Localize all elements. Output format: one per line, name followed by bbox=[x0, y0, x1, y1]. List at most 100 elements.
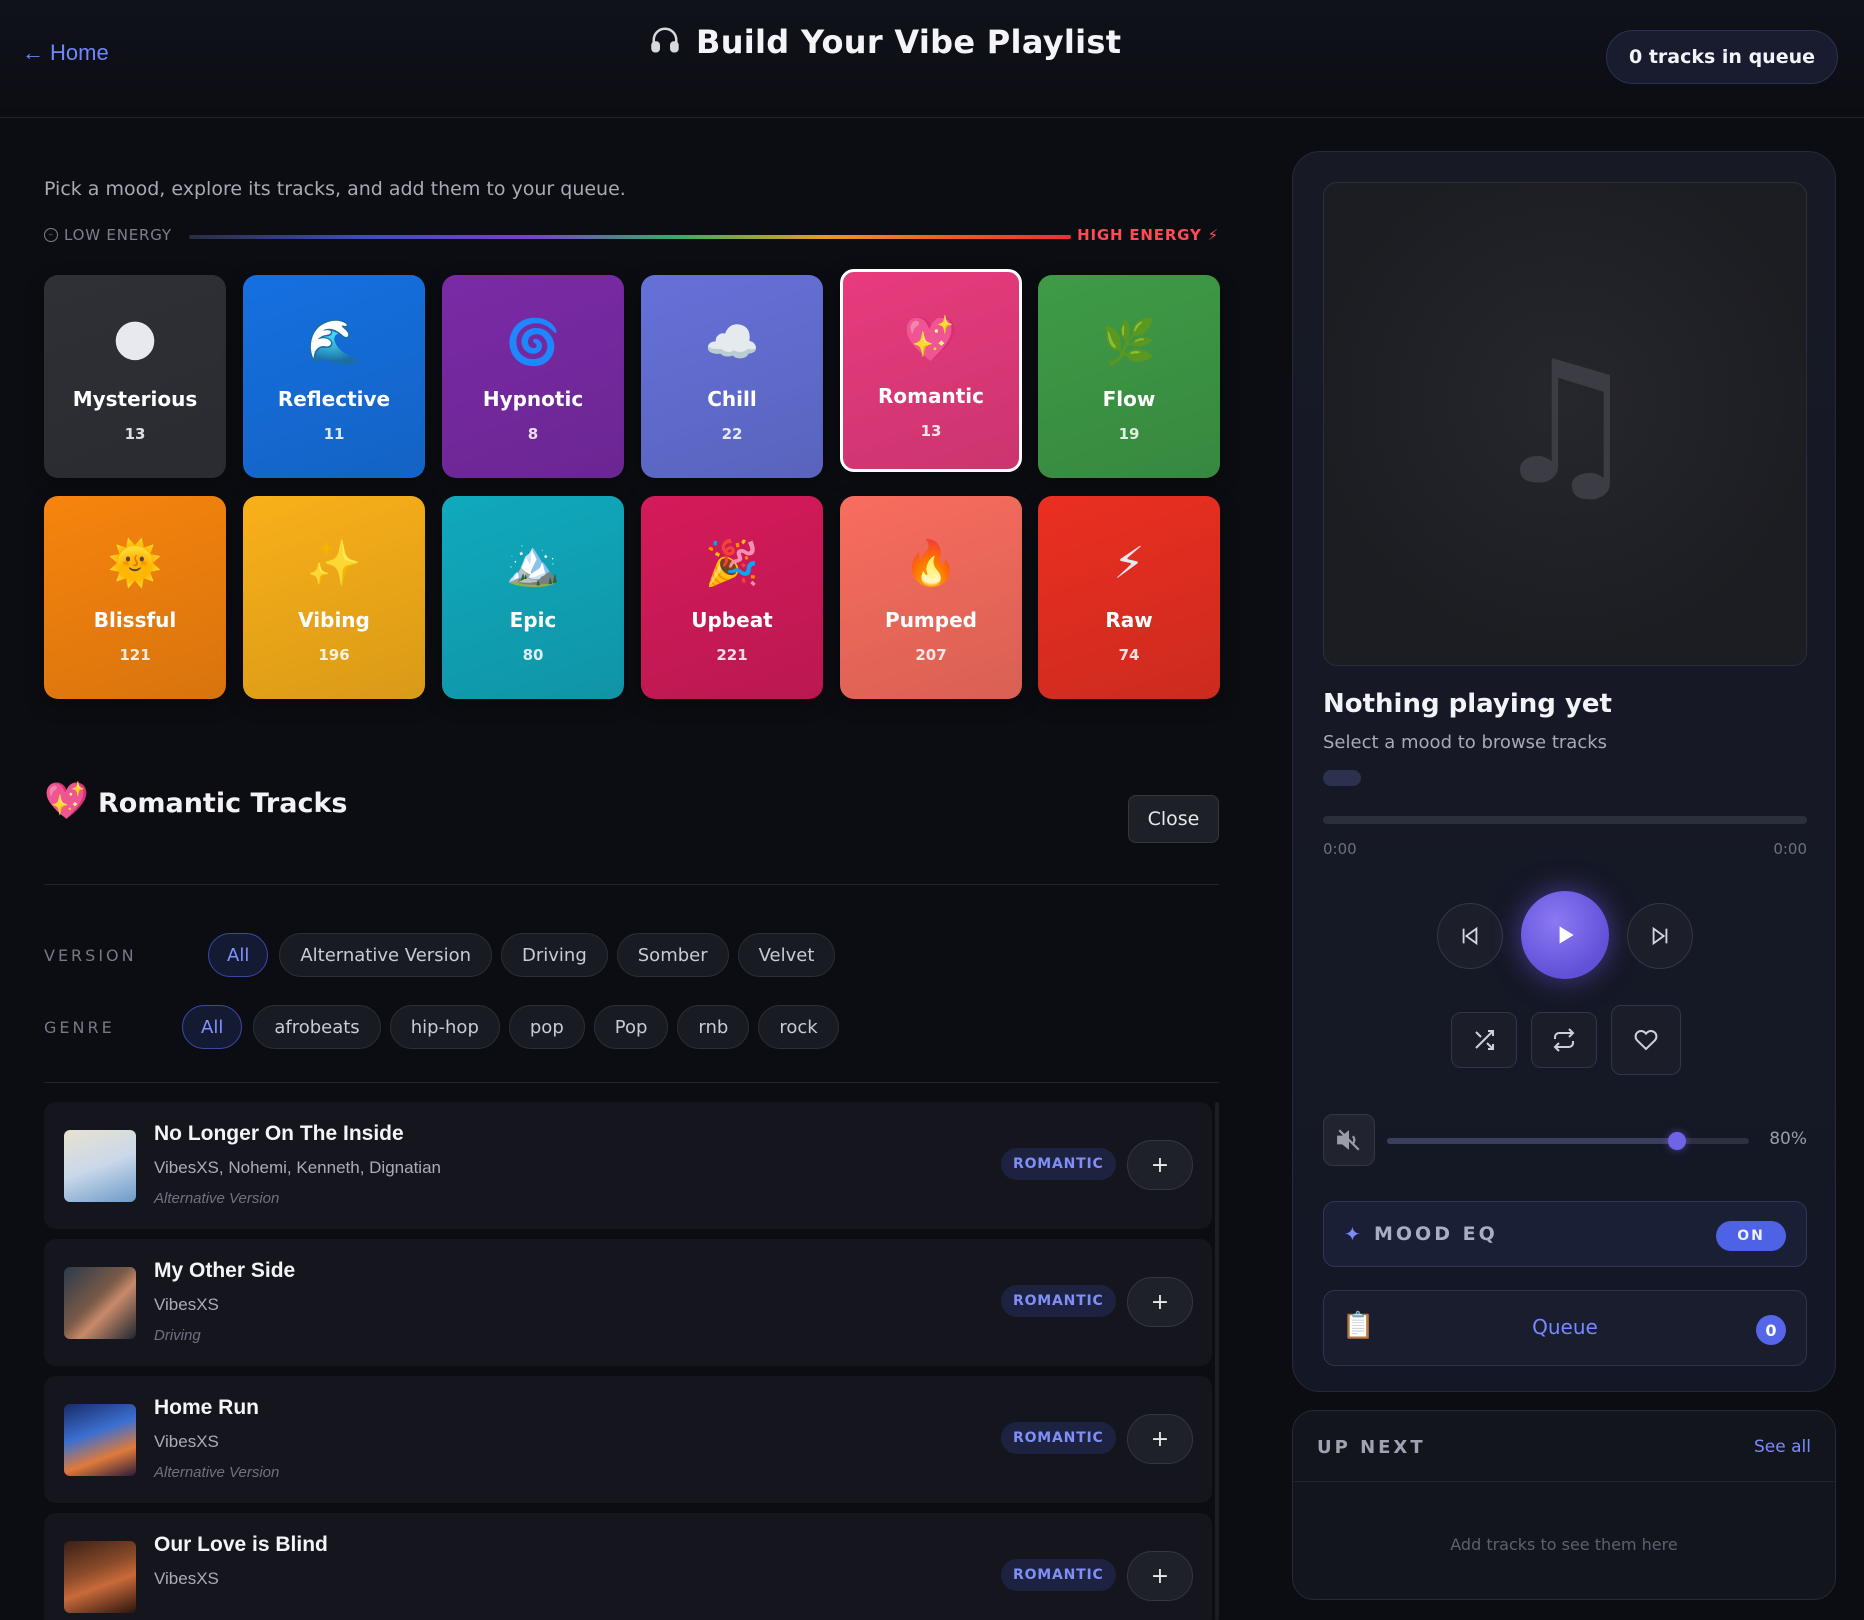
mood-card-blissful[interactable]: 🌞 Blissful 121 bbox=[44, 496, 226, 699]
like-button[interactable] bbox=[1611, 1005, 1681, 1075]
add-to-queue-button[interactable]: + bbox=[1127, 1414, 1193, 1464]
energy-high-label: HIGH ENERGY bbox=[1077, 226, 1202, 244]
genre-chip-rock[interactable]: rock bbox=[758, 1005, 839, 1049]
mood-card-epic[interactable]: 🏔️ Epic 80 bbox=[442, 496, 624, 699]
moon-icon: 🌑 bbox=[112, 317, 158, 368]
playback-progress-bar[interactable] bbox=[1323, 816, 1807, 824]
mood-count: 221 bbox=[716, 646, 748, 664]
queue-button[interactable]: 📋 Queue 0 bbox=[1323, 1290, 1807, 1366]
play-button[interactable] bbox=[1521, 891, 1609, 979]
mood-card-mysterious[interactable]: 🌑 Mysterious 13 bbox=[44, 275, 226, 478]
genre-chip-pop-capital[interactable]: Pop bbox=[593, 1005, 669, 1049]
repeat-button[interactable] bbox=[1531, 1012, 1597, 1068]
mood-count: 80 bbox=[522, 646, 544, 664]
volume-percent: 80% bbox=[1769, 1129, 1807, 1149]
sparkling-heart-icon: 💖 bbox=[903, 314, 959, 365]
section-divider bbox=[44, 884, 1219, 885]
see-all-link[interactable]: See all bbox=[1754, 1437, 1811, 1457]
mood-card-flow[interactable]: 🌿 Flow 19 bbox=[1038, 275, 1220, 478]
track-title: Home Run bbox=[154, 1396, 259, 1419]
add-to-queue-button[interactable]: + bbox=[1127, 1140, 1193, 1190]
album-cover bbox=[64, 1130, 136, 1202]
mood-card-raw[interactable]: ⚡ Raw 74 bbox=[1038, 496, 1220, 699]
version-chip-velvet[interactable]: Velvet bbox=[737, 933, 836, 977]
time-total: 0:00 bbox=[1773, 840, 1807, 858]
mood-card-romantic[interactable]: 💖 Romantic 13 bbox=[840, 269, 1022, 472]
track-artists: VibesXS bbox=[154, 1295, 219, 1314]
close-button[interactable]: Close bbox=[1128, 795, 1219, 843]
mood-count: 13 bbox=[124, 425, 146, 443]
genre-filter-label: GENRE bbox=[44, 1017, 115, 1037]
genre-chip-all[interactable]: All bbox=[182, 1005, 243, 1049]
genre-chip-afrobeats[interactable]: afrobeats bbox=[253, 1005, 381, 1049]
volume-slider[interactable] bbox=[1387, 1132, 1749, 1150]
track-row[interactable]: No Longer On The Inside VibesXS, Nohemi,… bbox=[44, 1102, 1212, 1229]
mood-badge: ROMANTIC bbox=[1001, 1285, 1116, 1317]
track-artists: VibesXS bbox=[154, 1569, 219, 1588]
genre-chip-pop[interactable]: pop bbox=[508, 1005, 585, 1049]
mood-eq-panel[interactable]: ✦ MOOD EQ ON bbox=[1323, 1201, 1807, 1267]
mood-count: 22 bbox=[721, 425, 743, 443]
track-version: Alternative Version bbox=[154, 1190, 280, 1207]
track-row[interactable]: Our Love is Blind VibesXS ROMANTIC + bbox=[44, 1513, 1212, 1620]
album-artwork: ♫ bbox=[1323, 182, 1807, 666]
mute-button[interactable] bbox=[1323, 1114, 1375, 1166]
genre-chip-hip-hop[interactable]: hip-hop bbox=[389, 1005, 500, 1049]
mood-badge: ROMANTIC bbox=[1001, 1559, 1116, 1591]
headphones-icon bbox=[650, 25, 680, 59]
track-version: Driving bbox=[154, 1327, 201, 1344]
queue-status-badge[interactable]: 0 tracks in queue bbox=[1605, 30, 1838, 84]
mood-name: Vibing bbox=[298, 608, 370, 632]
genre-filter: GENRE All afrobeats hip-hop pop Pop rnb … bbox=[44, 1004, 848, 1050]
mood-card-upbeat[interactable]: 🎉 Upbeat 221 bbox=[641, 496, 823, 699]
mood-count: 121 bbox=[119, 646, 151, 664]
version-chip-somber[interactable]: Somber bbox=[616, 933, 729, 977]
mountain-icon: 🏔️ bbox=[505, 538, 561, 589]
mood-count: 74 bbox=[1118, 646, 1140, 664]
filter-divider bbox=[44, 1082, 1219, 1083]
tracks-section-header: 💖 Romantic Tracks Close bbox=[44, 780, 1219, 844]
add-to-queue-button[interactable]: + bbox=[1127, 1551, 1193, 1601]
next-button[interactable] bbox=[1627, 903, 1693, 969]
mood-card-pumped[interactable]: 🔥 Pumped 207 bbox=[840, 496, 1022, 699]
energy-high: HIGH ENERGY ⚡ bbox=[1077, 226, 1219, 244]
mood-name: Romantic bbox=[878, 384, 984, 408]
track-title: No Longer On The Inside bbox=[154, 1122, 404, 1145]
track-list: No Longer On The Inside VibesXS, Nohemi,… bbox=[44, 1102, 1219, 1620]
back-arrow-icon: ← bbox=[22, 40, 44, 65]
wave-icon: 🌊 bbox=[306, 317, 362, 368]
mood-card-chill[interactable]: ☁️ Chill 22 bbox=[641, 275, 823, 478]
heart-icon bbox=[1634, 1030, 1658, 1051]
mood-eq-label: MOOD EQ bbox=[1374, 1223, 1498, 1245]
add-to-queue-button[interactable]: + bbox=[1127, 1277, 1193, 1327]
sparkles-icon: ✨ bbox=[306, 538, 362, 589]
now-playing-title: Nothing playing yet bbox=[1323, 689, 1612, 719]
intro-subtitle: Pick a mood, explore its tracks, and add… bbox=[44, 178, 626, 200]
play-icon bbox=[1559, 926, 1574, 944]
volume-knob[interactable] bbox=[1667, 1132, 1686, 1150]
shuffle-button[interactable] bbox=[1451, 1012, 1517, 1068]
genre-chip-rnb[interactable]: rnb bbox=[677, 1005, 750, 1049]
track-title: My Other Side bbox=[154, 1259, 296, 1282]
previous-button[interactable] bbox=[1437, 903, 1503, 969]
version-chip-alternative[interactable]: Alternative Version bbox=[279, 933, 492, 977]
track-artists: VibesXS, Nohemi, Kenneth, Dignatian bbox=[154, 1158, 441, 1177]
mood-card-vibing[interactable]: ✨ Vibing 196 bbox=[243, 496, 425, 699]
track-list-scrollbar[interactable] bbox=[1215, 1102, 1219, 1620]
mood-name: Flow bbox=[1102, 387, 1156, 411]
home-link[interactable]: ← Home bbox=[22, 40, 109, 66]
mood-card-hypnotic[interactable]: 🌀 Hypnotic 8 bbox=[442, 275, 624, 478]
energy-low-label: LOW ENERGY bbox=[64, 226, 172, 244]
shuffle-icon bbox=[1475, 1030, 1494, 1050]
track-row[interactable]: My Other Side VibesXS Driving ROMANTIC + bbox=[44, 1239, 1212, 1366]
fire-icon: 🔥 bbox=[903, 538, 959, 589]
mood-card-reflective[interactable]: 🌊 Reflective 11 bbox=[243, 275, 425, 478]
player-panel: ♫ Nothing playing yet Select a mood to b… bbox=[1292, 151, 1836, 1392]
version-chip-driving[interactable]: Driving bbox=[501, 933, 608, 977]
volume-fill bbox=[1387, 1138, 1677, 1144]
section-title: Romantic Tracks bbox=[98, 788, 348, 819]
sparkle-icon: ✦ bbox=[1344, 1222, 1361, 1246]
mood-eq-toggle[interactable]: ON bbox=[1716, 1221, 1786, 1251]
version-chip-all[interactable]: All bbox=[208, 933, 269, 977]
track-row[interactable]: Home Run VibesXS Alternative Version ROM… bbox=[44, 1376, 1212, 1503]
